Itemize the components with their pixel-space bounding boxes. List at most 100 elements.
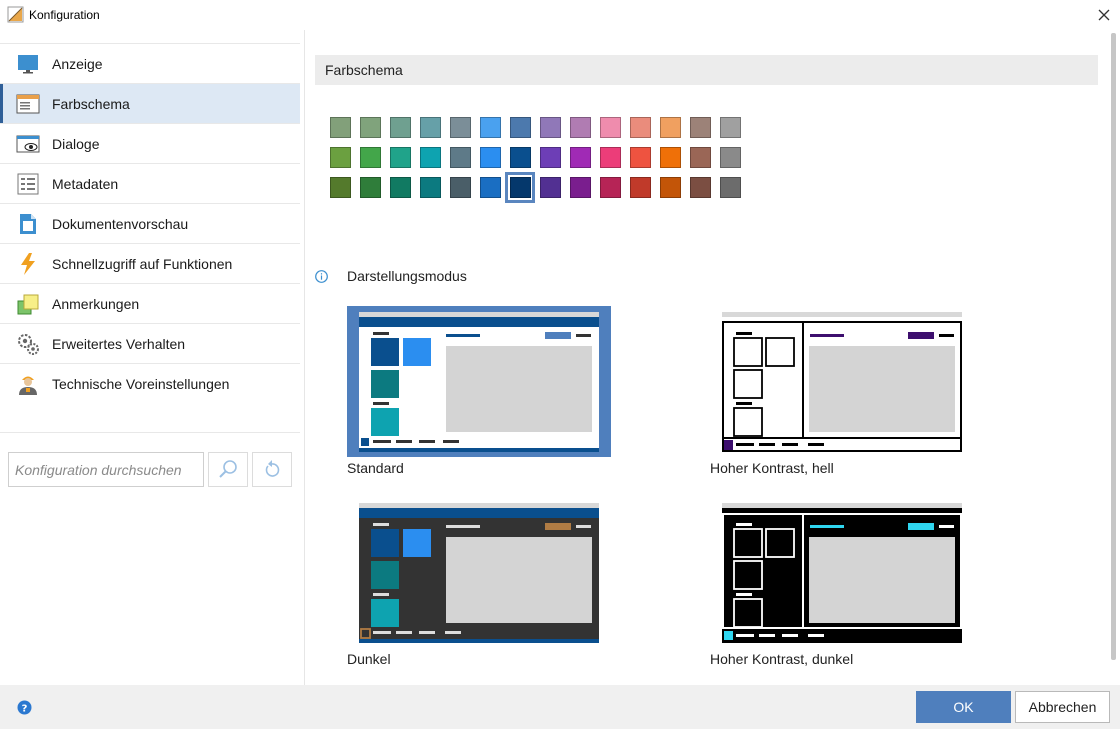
color-swatch[interactable] (390, 177, 411, 198)
dialog-footer: ? OK Abbrechen (0, 685, 1120, 729)
color-swatch[interactable] (390, 147, 411, 168)
color-swatch[interactable] (720, 117, 741, 138)
color-swatch[interactable] (600, 117, 621, 138)
sidebar-item-label: Technische Voreinstellungen (52, 376, 230, 392)
monitor-icon (18, 55, 38, 74)
display-mode-dunkel[interactable] (359, 503, 599, 643)
display-mode-label: Dunkel (347, 651, 391, 667)
sidebar-item-anmerkungen[interactable]: Anmerkungen (0, 283, 300, 323)
sidebar-item-label: Anzeige (52, 56, 103, 72)
lightning-icon (21, 253, 35, 275)
color-swatch[interactable] (450, 117, 471, 138)
color-swatch[interactable] (600, 177, 621, 198)
color-swatch[interactable] (690, 117, 711, 138)
color-swatch[interactable] (480, 117, 501, 138)
search-icon (219, 460, 237, 478)
color-swatch[interactable] (330, 117, 351, 138)
sidebar-item-label: Schnellzugriff auf Funktionen (52, 256, 233, 272)
title-bar: Konfiguration (0, 0, 1120, 30)
color-swatch[interactable] (450, 147, 471, 168)
display-mode-high-contrast-dark[interactable] (722, 503, 962, 643)
color-swatch[interactable] (510, 117, 531, 138)
color-swatch[interactable] (720, 177, 741, 198)
color-swatch[interactable] (390, 117, 411, 138)
display-mode-high-contrast-light[interactable] (722, 312, 962, 452)
color-swatch[interactable] (330, 177, 351, 198)
reset-search-button[interactable] (252, 452, 292, 487)
sidebar-item-label: Metadaten (52, 176, 119, 192)
color-swatch[interactable] (660, 147, 681, 168)
color-swatch[interactable] (360, 147, 381, 168)
dark-preview (359, 503, 599, 643)
display-mode-label: Standard (347, 460, 404, 476)
section-title: Farbschema (325, 62, 403, 78)
color-swatch[interactable] (420, 147, 441, 168)
sidebar-item-label: Dokumentenvorschau (52, 216, 189, 232)
color-swatch[interactable] (660, 177, 681, 198)
search-input[interactable] (8, 452, 204, 487)
sidebar-item-dokumentenvorschau[interactable]: Dokumentenvorschau (0, 203, 300, 243)
standard-preview (359, 312, 599, 452)
color-swatch[interactable] (480, 147, 501, 168)
sidebar: Anzeige Farbschema Dialoge Metadaten Dok… (0, 30, 304, 685)
search-button[interactable] (208, 452, 248, 487)
color-swatch[interactable] (630, 177, 651, 198)
color-swatch[interactable] (720, 147, 741, 168)
gears-icon (18, 334, 39, 355)
help-icon[interactable]: ? (17, 700, 32, 715)
color-swatch[interactable] (540, 177, 561, 198)
color-swatch[interactable] (630, 117, 651, 138)
sidebar-item-erweitertes-verhalten[interactable]: Erweitertes Verhalten (0, 323, 300, 363)
vertical-scrollbar[interactable] (1111, 33, 1116, 660)
sidebar-separator (304, 30, 305, 685)
color-swatch[interactable] (690, 147, 711, 168)
color-swatch[interactable] (360, 177, 381, 198)
high-contrast-dark-preview (722, 503, 962, 643)
sticky-notes-icon (17, 294, 39, 315)
info-icon[interactable] (315, 270, 328, 283)
close-icon[interactable] (1092, 3, 1116, 27)
color-swatch[interactable] (630, 147, 651, 168)
color-swatch[interactable] (360, 117, 381, 138)
color-swatch[interactable] (600, 147, 621, 168)
high-contrast-light-preview (722, 312, 962, 452)
cancel-button[interactable]: Abbrechen (1015, 691, 1110, 723)
color-swatch[interactable] (570, 117, 591, 138)
sidebar-item-label: Dialoge (52, 136, 100, 152)
display-mode-standard[interactable] (347, 306, 611, 457)
reset-icon (265, 460, 280, 477)
sidebar-divider (0, 432, 300, 433)
sidebar-item-anzeige[interactable]: Anzeige (0, 43, 300, 83)
document-preview-icon (20, 214, 36, 234)
color-swatch[interactable] (570, 147, 591, 168)
color-scheme-icon (16, 94, 40, 114)
sidebar-item-label: Erweitertes Verhalten (52, 336, 186, 352)
sidebar-item-label: Anmerkungen (52, 296, 140, 312)
sidebar-item-schnellzugriff[interactable]: Schnellzugriff auf Funktionen (0, 243, 300, 283)
color-swatch[interactable] (330, 147, 351, 168)
color-swatch[interactable] (570, 177, 591, 198)
sidebar-item-farbschema[interactable]: Farbschema (0, 83, 300, 124)
sidebar-item-metadaten[interactable]: Metadaten (0, 163, 300, 203)
color-swatch[interactable] (420, 177, 441, 198)
metadata-list-icon (17, 173, 39, 195)
color-swatch[interactable] (420, 117, 441, 138)
ok-button[interactable]: OK (916, 691, 1011, 723)
display-mode-label: Hoher Kontrast, dunkel (710, 651, 854, 667)
display-mode-label: Hoher Kontrast, hell (710, 460, 834, 476)
color-swatch[interactable] (510, 177, 531, 198)
sidebar-item-dialoge[interactable]: Dialoge (0, 123, 300, 163)
color-swatch[interactable] (510, 147, 531, 168)
dialog-eye-icon (16, 135, 40, 153)
window-title: Konfiguration (29, 8, 100, 22)
app-icon (7, 6, 24, 23)
color-swatch[interactable] (450, 177, 471, 198)
sidebar-item-technische-voreinstellungen[interactable]: Technische Voreinstellungen (0, 363, 300, 403)
color-swatch[interactable] (540, 117, 561, 138)
sidebar-item-label: Farbschema (52, 96, 130, 112)
color-swatch[interactable] (690, 177, 711, 198)
color-swatch[interactable] (660, 117, 681, 138)
color-swatch[interactable] (480, 177, 501, 198)
color-swatch[interactable] (540, 147, 561, 168)
display-mode-title: Darstellungsmodus (347, 268, 467, 284)
